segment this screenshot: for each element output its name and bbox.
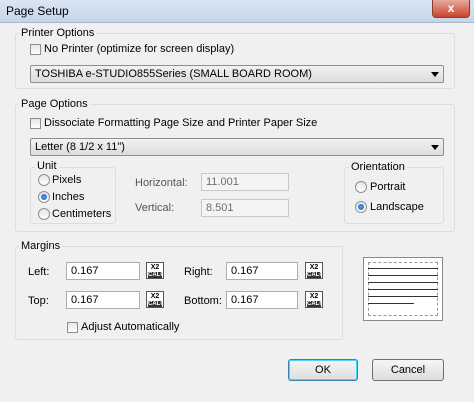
page-preview	[363, 257, 443, 321]
bottom-margin-label: Bottom:	[184, 295, 222, 307]
close-icon: x	[447, 1, 455, 15]
adjust-automatically-label: Adjust Automatically	[81, 321, 180, 333]
vertical-field: 8.501	[201, 199, 289, 217]
bottom-margin-value: 0.167	[231, 294, 259, 306]
vertical-value: 8.501	[206, 202, 234, 214]
preview-line	[368, 289, 438, 290]
paper-size-value: Letter (8 1/2 x 11")	[35, 141, 125, 153]
preview-line	[368, 303, 414, 304]
unit-title: Unit	[35, 160, 59, 172]
orientation-portrait-label: Portrait	[370, 181, 406, 193]
vertical-label: Vertical:	[135, 202, 175, 214]
paper-size-select[interactable]: Letter (8 1/2 x 11")	[30, 138, 444, 156]
unit-inches-label: Inches	[52, 191, 85, 203]
left-margin-field[interactable]: 0.167	[66, 262, 140, 280]
top-margin-label: Top:	[28, 295, 49, 307]
horizontal-field: 11.001	[201, 173, 289, 191]
top-margin-value: 0.167	[71, 294, 99, 306]
printer-options-title: Printer Options	[19, 27, 97, 39]
page-options-title: Page Options	[19, 98, 90, 110]
horizontal-label: Horizontal:	[135, 177, 188, 189]
bottom-calculator-icon[interactable]: X2 CALC	[305, 291, 323, 308]
right-margin-value: 0.167	[231, 265, 259, 277]
preview-line	[368, 282, 438, 283]
left-calculator-icon[interactable]: X2 CALC	[146, 262, 164, 279]
top-calculator-icon[interactable]: X2 CALC	[146, 291, 164, 308]
page-setup-dialog: Page Setup x Printer Options No Printer …	[0, 0, 474, 402]
printer-select[interactable]: TOSHIBA e-STUDIO855Series (SMALL BOARD R…	[30, 65, 444, 83]
dissociate-checkbox[interactable]	[30, 118, 41, 129]
unit-centimeters-label: Centimeters	[52, 208, 112, 220]
orientation-landscape-radio[interactable]	[355, 201, 367, 213]
no-printer-label: No Printer (optimize for screen display)	[44, 43, 235, 55]
no-printer-checkbox[interactable]	[30, 44, 41, 55]
orientation-title: Orientation	[349, 161, 407, 173]
printer-select-value: TOSHIBA e-STUDIO855Series (SMALL BOARD R…	[35, 68, 312, 80]
top-margin-field[interactable]: 0.167	[66, 291, 140, 309]
preview-line	[368, 268, 438, 269]
unit-pixels-label: Pixels	[52, 174, 82, 186]
unit-pixels-radio[interactable]	[38, 174, 50, 186]
window-title: Page Setup	[6, 4, 69, 18]
chevron-down-icon	[431, 145, 439, 150]
unit-centimeters-radio[interactable]	[38, 208, 50, 220]
orientation-landscape-label: Landscape	[370, 201, 424, 213]
orientation-group	[344, 167, 444, 224]
right-calculator-icon[interactable]: X2 CALC	[305, 262, 323, 279]
preview-line	[368, 275, 438, 276]
close-button[interactable]: x	[432, 0, 470, 18]
preview-line	[368, 296, 438, 297]
right-margin-field[interactable]: 0.167	[226, 262, 298, 280]
dissociate-label: Dissociate Formatting Page Size and Prin…	[44, 117, 318, 129]
margins-title: Margins	[19, 240, 63, 252]
left-margin-value: 0.167	[71, 265, 99, 277]
ok-button[interactable]: OK	[288, 359, 358, 381]
horizontal-value: 11.001	[206, 176, 239, 188]
title-bar: Page Setup x	[0, 0, 474, 23]
right-margin-label: Right:	[184, 266, 213, 278]
adjust-automatically-checkbox[interactable]	[67, 322, 78, 333]
unit-inches-radio[interactable]	[38, 191, 50, 203]
chevron-down-icon	[431, 72, 439, 77]
left-margin-label: Left:	[28, 266, 50, 278]
bottom-margin-field[interactable]: 0.167	[226, 291, 298, 309]
cancel-button[interactable]: Cancel	[372, 359, 444, 381]
orientation-portrait-radio[interactable]	[355, 181, 367, 193]
